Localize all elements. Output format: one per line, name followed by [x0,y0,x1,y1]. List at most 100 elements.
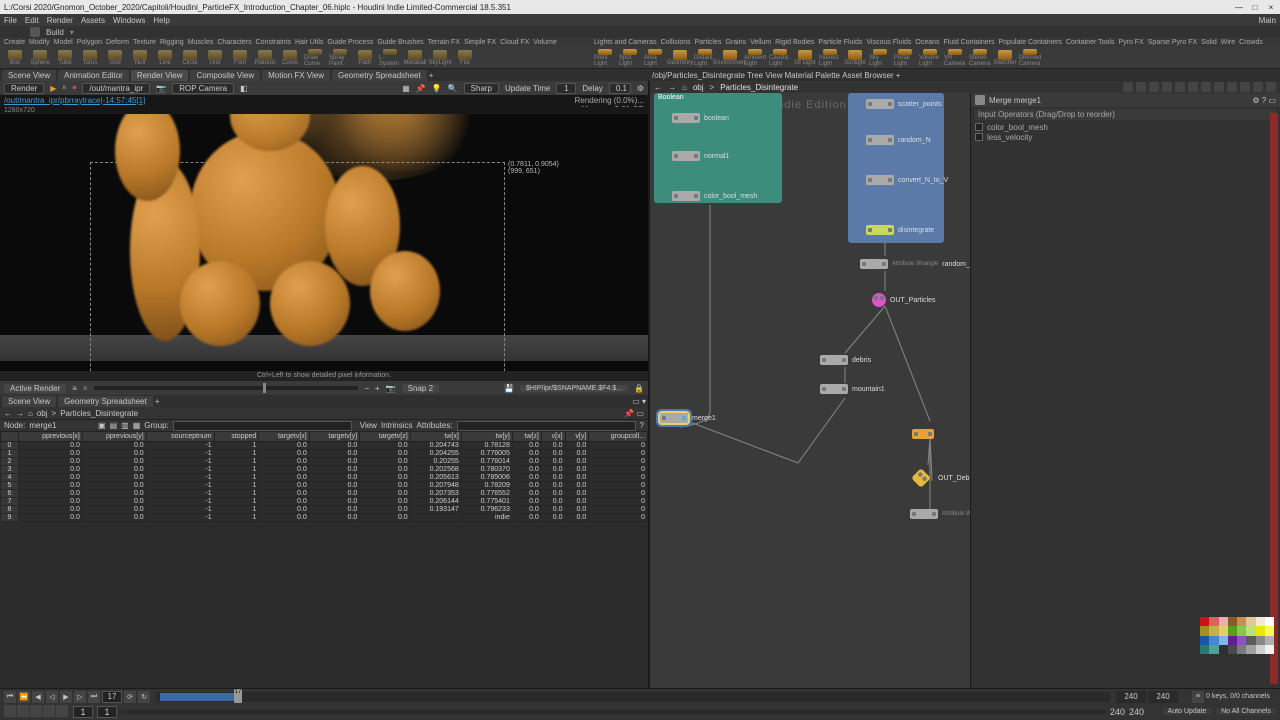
ss-tab-geo[interactable]: Geometry Spreadsheet [58,396,153,407]
node-out-debris[interactable]: OUT_Debris [914,471,970,485]
realtime-icon[interactable]: ⟳ [124,691,136,703]
tool-l-system[interactable]: L-System [379,49,401,67]
crumb-obj[interactable]: obj [37,409,48,418]
tool-spot-light[interactable]: Spot Light [619,49,641,67]
col-header[interactable]: v[y] [565,432,589,442]
col-header[interactable]: targetv[z] [360,432,410,442]
swatch[interactable] [1209,645,1218,654]
swatch[interactable] [1219,645,1228,654]
desktop-selector[interactable]: Build [46,28,64,37]
tool-gi-light[interactable]: GI Light [794,49,816,67]
menu-file[interactable]: File [4,16,17,25]
table-row[interactable]: 50.00.0-110.00.00.00.2079480.782090.00.0… [1,482,648,490]
save-icon[interactable]: 💾 [504,384,514,393]
node-disintegrate[interactable]: disintegrate [866,225,934,235]
range-start2[interactable]: 1 [97,706,117,718]
swatch[interactable] [1228,626,1237,635]
shelf-tabset-right[interactable]: Lights and CamerasCollisionsParticlesGra… [590,38,1280,47]
tool-vr-camera[interactable]: VR Camera [944,49,966,67]
exposure-minus[interactable]: − [364,384,369,393]
tool-skylight[interactable]: SkyLight [429,49,451,67]
no-channels[interactable]: No All Channels [1216,708,1276,715]
frame-field[interactable]: 17 [102,691,122,703]
parm-scrollbar[interactable] [1270,113,1278,684]
col-header[interactable]: tw[z] [512,432,541,442]
tool-geometry[interactable]: Geometry [669,49,691,67]
menu-edit[interactable]: Edit [25,16,39,25]
table-row[interactable]: 60.00.0-110.00.00.00.2073530.7765520.00.… [1,490,648,498]
tool-null[interactable]: Null [129,49,151,67]
table-row[interactable]: 10.00.0-110.00.00.00.2042550.7760050.00.… [1,450,648,458]
tool-indirect-light[interactable]: Indirect Light [819,49,841,67]
swatch[interactable] [1200,645,1209,654]
menu-render[interactable]: Render [47,16,73,25]
swatch[interactable] [1200,626,1209,635]
rv-sharp[interactable]: Sharp [464,83,499,94]
pane-menu-icon[interactable]: ▭ ▾ [632,397,646,406]
node-randompscale[interactable]: Attribute Wranglerandom_pScale [860,259,970,269]
tool-curve[interactable]: Curve [279,49,301,67]
render-pause-icon[interactable]: ⏸ [62,83,66,93]
menu-assets[interactable]: Assets [81,16,105,25]
table-row[interactable]: 20.00.0-110.00.00.00.202550.7760140.00.0… [1,458,648,466]
timeline-track[interactable]: 17 [156,692,1110,702]
pin-icon[interactable]: 📌 ▭ [624,409,644,418]
detail-icon[interactable]: ▦ [133,421,141,430]
crumb-node[interactable]: Particles_Disintegrate [60,409,138,418]
rv-settings-icon[interactable]: ⚙ [637,84,644,93]
tool-metaball[interactable]: Metaball [404,49,426,67]
swatch[interactable] [1237,626,1246,635]
node-convert[interactable]: convert_N_to_V [866,175,948,185]
tool-grid[interactable]: Grid [104,49,126,67]
menu-windows[interactable]: Windows [113,16,145,25]
points-icon[interactable]: ▣ [98,421,106,430]
fwd-icon[interactable]: → [668,83,676,92]
swatch[interactable] [1256,626,1265,635]
end-frame-1[interactable]: 240 [1116,691,1146,703]
back-icon[interactable]: ← [4,409,12,418]
tab-geo-ss[interactable]: Geometry Spreadsheet [332,70,427,81]
col-header[interactable]: targetv[y] [309,432,359,442]
keys-icon[interactable]: ≡ [1192,691,1204,703]
node-orange-small[interactable] [912,429,934,439]
rv-zoom-icon[interactable]: 🔍 [448,84,458,93]
col-header[interactable]: tw[x] [410,432,461,442]
swatch[interactable] [1265,617,1274,626]
table-row[interactable]: 70.00.0-110.00.00.00.2061440.7754010.00.… [1,498,648,506]
tab-asset[interactable]: Asset Browser [842,71,894,80]
view-label[interactable]: View [360,421,377,430]
tool-sky-light[interactable]: Sky Light [869,49,891,67]
swatch[interactable] [1219,626,1228,635]
network-tool-icons[interactable] [1123,82,1276,92]
rv-menu-icon[interactable]: ≡ [72,384,77,393]
exposure-plus[interactable]: + [375,384,380,393]
tab-composite[interactable]: Composite View [190,70,260,81]
table-row[interactable]: 00.00.0-110.00.00.00.2047430.781280.00.0… [1,442,648,450]
rv-snapshot-icon[interactable]: ◧ [240,84,248,93]
render-stop-icon[interactable]: ⏺ [72,83,76,93]
table-row[interactable]: 30.00.0-110.00.00.00.2025680.7803700.00.… [1,466,648,474]
intrinsics-label[interactable]: Intrinsics [381,421,413,430]
tool-portal-light[interactable]: Portal Light [894,49,916,67]
network-canvas[interactable]: Indie Edition Boolean [650,93,970,688]
node-mountain[interactable]: mountain1 [820,384,885,394]
home-icon[interactable]: ⌂ [28,409,33,418]
tool-torus[interactable]: Torus [79,49,101,67]
input-row-0[interactable]: color_bool_mesh [975,122,1276,132]
shelf-tabset-left[interactable]: CreateModifyModelPolygonDeformTextureRig… [0,38,590,47]
range-start[interactable]: 1 [73,706,93,718]
col-header[interactable]: v[x] [541,432,565,442]
loop-icon[interactable]: ↻ [138,691,150,703]
table-row[interactable]: 80.00.0-110.00.00.00.1931470.7962330.00.… [1,506,648,514]
col-header[interactable]: stopped [214,432,259,442]
col-header[interactable]: targetv[x] [259,432,309,442]
swatch[interactable] [1228,645,1237,654]
swatch[interactable] [1256,617,1265,626]
swatch[interactable] [1246,645,1255,654]
swatch[interactable] [1219,617,1228,626]
fwd-icon[interactable]: → [16,409,24,418]
node-colorbool[interactable]: color_bool_mesh [672,191,757,201]
rv-opt-icon[interactable]: ▦ [402,84,410,93]
timeline-next-icon[interactable]: ▷ [74,691,86,703]
window-max[interactable]: □ [1250,2,1260,12]
